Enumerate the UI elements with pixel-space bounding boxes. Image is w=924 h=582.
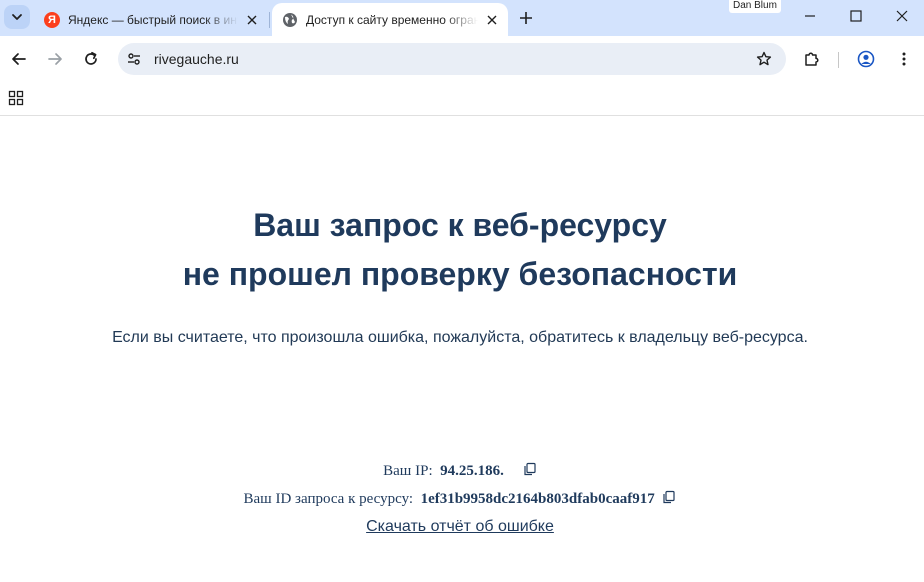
ip-row: Ваш IP: 94.25.186. [0, 462, 920, 480]
back-button[interactable] [5, 45, 33, 73]
copy-icon[interactable] [662, 490, 676, 504]
reload-icon [85, 51, 97, 65]
plus-icon [520, 12, 532, 24]
star-icon [756, 51, 772, 66]
new-tab-button[interactable] [514, 6, 538, 30]
close-icon [247, 15, 257, 24]
tab-yandex[interactable]: Я Яндекс — быстрый поиск в интернете [34, 3, 268, 36]
close-icon [896, 10, 908, 22]
copy-icon[interactable] [523, 462, 537, 476]
reload-button[interactable] [77, 45, 105, 73]
page-title-line-1: Ваш запрос к веб-ресурсу [253, 207, 667, 243]
request-id-row: Ваш ID запроса к ресурсу: 1ef31b9958dc21… [0, 490, 920, 508]
page-title-line-2: не прошел проверку безопасности [182, 256, 738, 292]
extensions-button[interactable] [798, 45, 826, 73]
bookmark-star-button[interactable] [752, 47, 776, 71]
site-info-button[interactable] [122, 47, 146, 71]
minimize-icon [805, 15, 815, 17]
maximize-icon [850, 10, 862, 22]
bookmarks-bar [0, 82, 924, 116]
close-icon [487, 15, 497, 24]
tab-close-button[interactable] [482, 10, 502, 30]
tab-strip: Я Яндекс — быстрый поиск в интернете Дос… [0, 0, 924, 36]
request-id-value: 1ef31b9958dc2164b803dfab0caaf917 [420, 491, 655, 507]
profile-button[interactable] [852, 45, 880, 73]
puzzle-icon [805, 52, 819, 66]
url-text[interactable]: rivegauche.ru [154, 43, 239, 75]
more-vert-icon [902, 52, 906, 66]
toolbar-separator [838, 52, 839, 68]
globe-icon [282, 12, 298, 28]
tab-title: Доступ к сайту временно ограничен [306, 12, 478, 27]
tab-access-restricted[interactable]: Доступ к сайту временно ограничен [272, 3, 508, 36]
menu-button[interactable] [890, 45, 918, 73]
page-title: Ваш запрос к веб-ресурсу не прошел прове… [0, 201, 920, 299]
forward-button[interactable] [41, 45, 69, 73]
request-id-label: Ваш ID запроса к ресурсу: [243, 491, 414, 507]
tab-title: Яндекс — быстрый поиск в интернете [68, 12, 238, 27]
yandex-icon: Я [44, 11, 60, 28]
minimize-button[interactable] [796, 4, 824, 28]
arrow-right-icon [48, 53, 62, 65]
maximize-button[interactable] [842, 4, 870, 28]
apps-button[interactable] [4, 86, 28, 110]
close-window-button[interactable] [888, 4, 916, 28]
page-content: Ваш запрос к веб-ресурсу не прошел прове… [0, 117, 924, 582]
tab-close-button[interactable] [242, 10, 262, 30]
browser-toolbar: rivegauche.ru [0, 36, 924, 82]
tab-search-button[interactable] [4, 5, 30, 29]
chevron-down-icon [12, 14, 22, 20]
account-circle-icon [857, 50, 875, 68]
download-report-link[interactable]: Скачать отчёт об ошибке [0, 518, 920, 536]
profile-name-label: Dan Blum [729, 0, 781, 13]
tab-divider [269, 12, 270, 28]
address-bar[interactable]: rivegauche.ru [118, 43, 786, 75]
apps-grid-icon [8, 90, 24, 106]
error-description: Если вы считаете, что произошла ошибка, … [112, 329, 808, 346]
ip-label: Ваш IP: [383, 463, 433, 479]
arrow-left-icon [12, 53, 26, 65]
ip-value: 94.25.186. [440, 463, 504, 479]
tune-icon [128, 53, 140, 65]
